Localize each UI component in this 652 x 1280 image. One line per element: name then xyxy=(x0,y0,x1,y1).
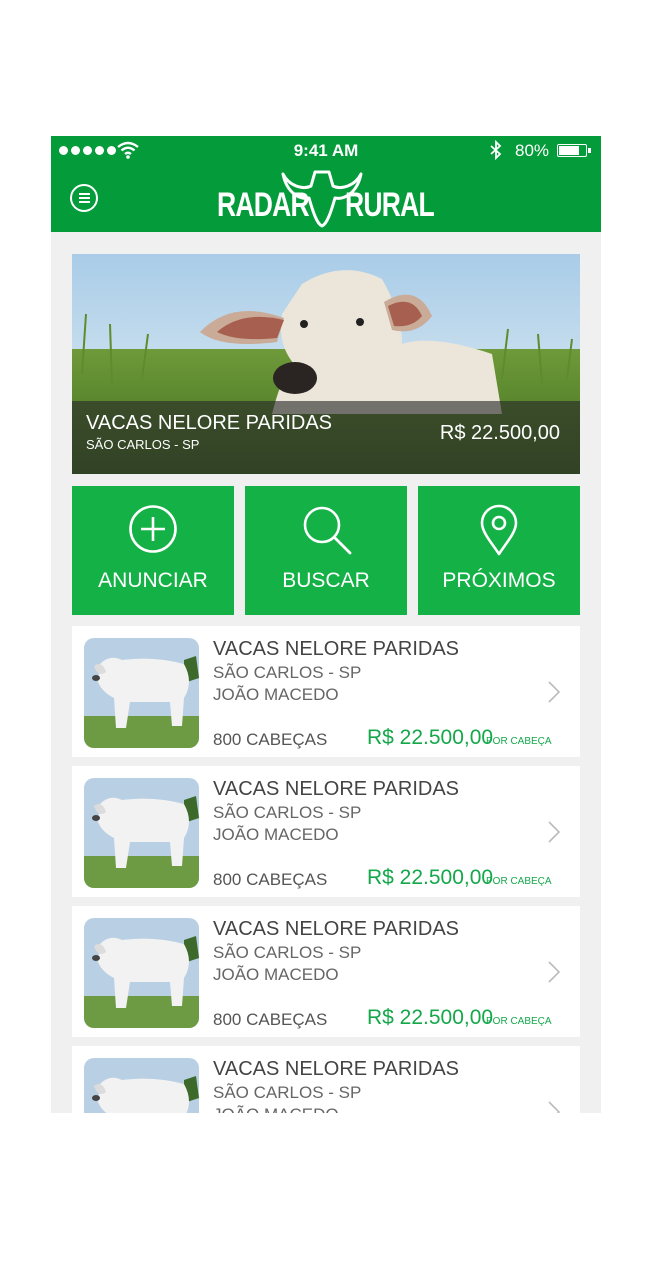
nearby-button[interactable]: PRÓXIMOS xyxy=(418,486,580,615)
nearby-label: PRÓXIMOS xyxy=(442,569,556,592)
listing-card[interactable]: VACAS NELORE PARIDAS SÃO CARLOS - SP JOÃ… xyxy=(72,1046,580,1113)
featured-location: SÃO CARLOS - SP xyxy=(86,437,200,452)
listing-owner: JOÃO MACEDO xyxy=(213,965,339,984)
battery-percent: 80% xyxy=(515,141,550,160)
listing-location: SÃO CARLOS - SP xyxy=(213,943,362,962)
listing-owner: JOÃO MACEDO xyxy=(213,1105,339,1113)
featured-banner[interactable]: VACAS NELORE PARIDAS SÃO CARLOS - SP R$ … xyxy=(72,254,580,474)
featured-price: R$ 22.500,00 xyxy=(439,422,560,444)
app-screen: 9:41 AM 80% RADAR RURAL VACAS NELORE PAR… xyxy=(51,136,601,1113)
listing-owner: JOÃO MACEDO xyxy=(213,685,339,704)
search-button[interactable]: BUSCAR xyxy=(245,486,407,615)
listing-owner: JOÃO MACEDO xyxy=(213,825,339,844)
listing-card[interactable]: VACAS NELORE PARIDAS SÃO CARLOS - SP JOÃ… xyxy=(72,626,580,757)
listing-price: R$ 22.500,00 xyxy=(367,1006,494,1029)
chevron-right-icon[interactable] xyxy=(548,681,560,703)
featured-title: VACAS NELORE PARIDAS xyxy=(86,412,332,434)
chevron-right-icon[interactable] xyxy=(548,1101,560,1113)
app-logo: RADAR RURAL xyxy=(217,166,435,230)
top-bar: 9:41 AM 80% RADAR RURAL xyxy=(51,136,601,232)
listing-thumbnail xyxy=(84,778,199,888)
listing-title: VACAS NELORE PARIDAS xyxy=(213,918,459,940)
announce-button[interactable]: ANUNCIAR xyxy=(72,486,234,615)
featured-caption: VACAS NELORE PARIDAS SÃO CARLOS - SP R$ … xyxy=(72,401,580,474)
listing-card[interactable]: VACAS NELORE PARIDAS SÃO CARLOS - SP JOÃ… xyxy=(72,906,580,1037)
chevron-right-icon[interactable] xyxy=(548,961,560,983)
bluetooth-icon xyxy=(490,140,502,160)
announce-label: ANUNCIAR xyxy=(98,569,208,592)
listing-location: SÃO CARLOS - SP xyxy=(213,1083,362,1102)
listing-price: R$ 22.500,00 xyxy=(367,866,494,889)
menu-button[interactable] xyxy=(70,184,98,212)
listing-thumbnail xyxy=(84,918,199,1028)
logo-text-rural: RURAL xyxy=(345,186,435,224)
chevron-right-icon[interactable] xyxy=(548,821,560,843)
plus-circle-icon xyxy=(129,505,177,553)
battery-icon xyxy=(557,144,591,157)
listing-title: VACAS NELORE PARIDAS xyxy=(213,778,459,800)
map-pin-icon xyxy=(480,504,518,556)
listing-quantity: 800 CABEÇAS xyxy=(213,730,328,749)
listing-quantity: 800 CABEÇAS xyxy=(213,870,328,889)
listing-price-unit: POR CABEÇA xyxy=(486,1016,552,1027)
status-bar: 9:41 AM 80% xyxy=(51,136,601,166)
listing-price: R$ 22.500,00 xyxy=(367,726,494,749)
listing-title: VACAS NELORE PARIDAS xyxy=(213,638,459,660)
listing-thumbnail xyxy=(84,1058,199,1113)
listing-thumbnail xyxy=(84,638,199,748)
listing-quantity: 800 CABEÇAS xyxy=(213,1010,328,1029)
listing-location: SÃO CARLOS - SP xyxy=(213,803,362,822)
search-icon xyxy=(303,506,352,555)
listing-price-unit: POR CABEÇA xyxy=(486,876,552,887)
listing-card[interactable]: VACAS NELORE PARIDAS SÃO CARLOS - SP JOÃ… xyxy=(72,766,580,897)
listing-price-unit: POR CABEÇA xyxy=(486,736,552,747)
listing-location: SÃO CARLOS - SP xyxy=(213,663,362,682)
search-label: BUSCAR xyxy=(282,569,370,592)
battery-fill xyxy=(559,146,579,155)
listing-title: VACAS NELORE PARIDAS xyxy=(213,1058,459,1080)
